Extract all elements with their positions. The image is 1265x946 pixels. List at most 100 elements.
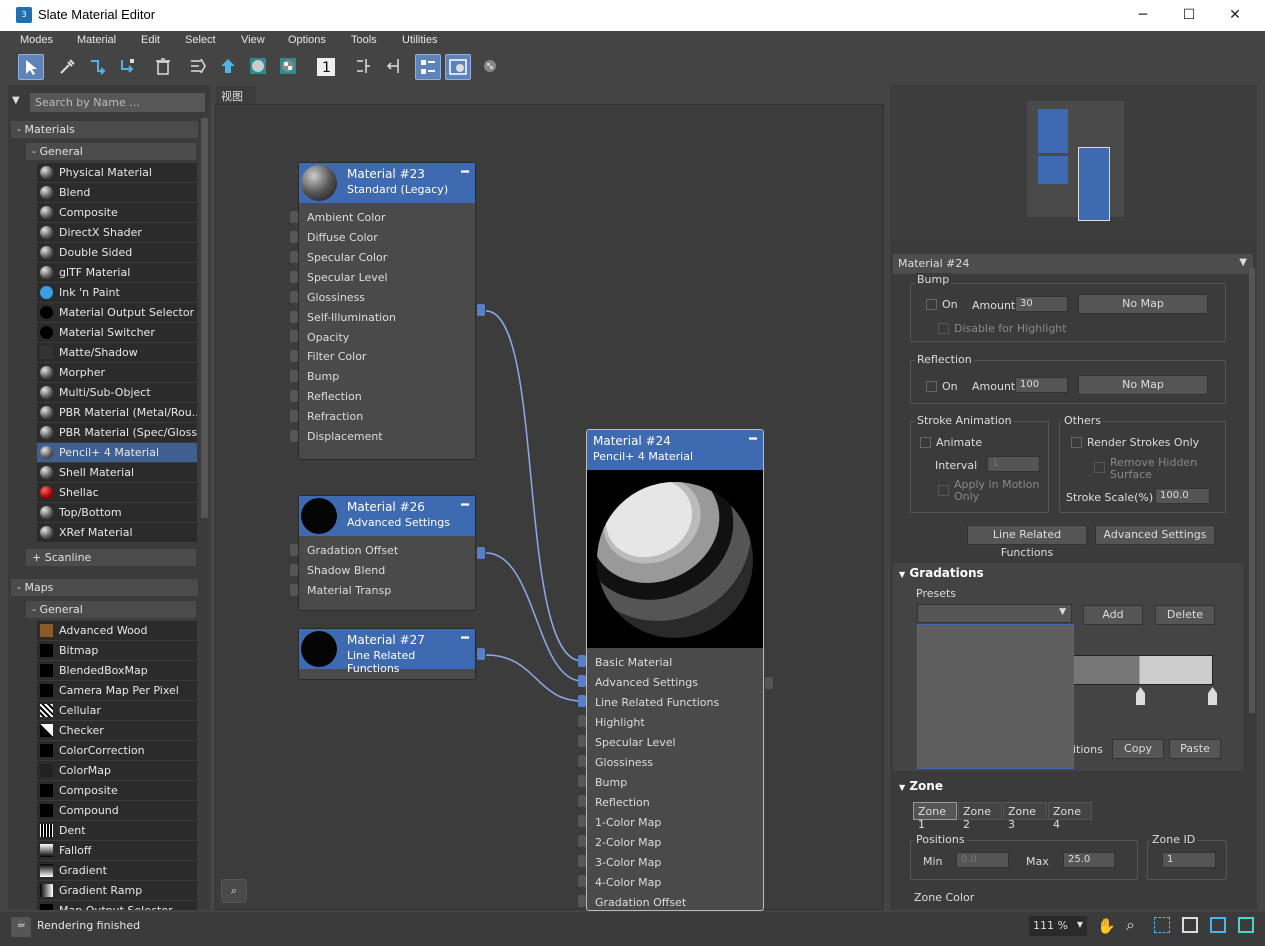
map-list-item[interactable]: ColorCorrection — [37, 741, 197, 760]
input-socket-line-related[interactable] — [578, 695, 586, 707]
menu-select[interactable]: Select — [185, 34, 216, 46]
close-button[interactable]: ✕ — [1212, 0, 1258, 31]
material-name-bar[interactable]: Material #24 ▼ — [893, 254, 1253, 274]
material-list-item[interactable]: Composite — [37, 203, 197, 222]
material-list-item[interactable]: PBR Material (Metal/Rou... — [37, 403, 197, 422]
stroke-scale-spinner[interactable]: 100.0 — [1155, 488, 1210, 504]
scanline-header[interactable]: + Scanline — [26, 549, 196, 566]
line-related-functions-button[interactable]: Line Related Functions — [967, 525, 1087, 559]
copy-button[interactable]: Copy — [1112, 739, 1164, 759]
material-list-item[interactable]: DirectX Shader — [37, 223, 197, 242]
collapse-icon[interactable]: ━ — [461, 165, 469, 180]
material-list-item[interactable]: Top/Bottom — [37, 503, 197, 522]
output-socket[interactable] — [477, 547, 485, 559]
input-socket[interactable] — [578, 875, 586, 887]
map-list-item[interactable]: Cellular — [37, 701, 197, 720]
bump-amount-spinner[interactable]: 30 — [1015, 296, 1068, 312]
input-socket[interactable] — [578, 855, 586, 867]
show-background-icon[interactable] — [246, 54, 272, 80]
material-list-item[interactable]: Material Output Selector — [37, 303, 197, 322]
tab-zone-4[interactable]: Zone 4 — [1048, 802, 1092, 831]
binoculars-icon[interactable]: ⌕ — [221, 879, 247, 903]
apply-motion-checkbox[interactable] — [938, 485, 949, 496]
zoom-dropdown[interactable]: 111 % ▼ — [1029, 916, 1087, 936]
gradations-header[interactable]: ▼ Gradations — [893, 564, 1243, 582]
menu-modes[interactable]: Modes — [20, 34, 53, 46]
input-socket[interactable] — [290, 270, 298, 283]
input-socket[interactable] — [578, 775, 586, 787]
reflection-on-checkbox[interactable] — [926, 381, 937, 392]
tab-view-1[interactable]: 视图 1 — [216, 86, 256, 117]
select-tool-icon[interactable] — [18, 54, 44, 80]
map-list-item[interactable]: ColorMap — [37, 761, 197, 780]
eyedropper-icon[interactable] — [55, 54, 81, 80]
input-socket[interactable] — [290, 410, 298, 422]
output-socket[interactable] — [477, 304, 485, 316]
interval-spinner[interactable]: 1 — [987, 456, 1040, 472]
bump-map-button[interactable]: No Map — [1078, 294, 1208, 314]
zoom-all-icon[interactable] — [1238, 917, 1254, 933]
input-socket[interactable] — [290, 250, 298, 263]
output-socket[interactable] — [477, 648, 485, 660]
pan-hand-icon[interactable]: ✋ — [1097, 917, 1116, 935]
input-socket[interactable] — [290, 544, 298, 556]
map-list-item[interactable]: Gradient Ramp — [37, 881, 197, 900]
go-to-sibling-icon[interactable] — [381, 54, 407, 80]
material-list-item[interactable]: glTF Material — [37, 263, 197, 282]
map-list-item[interactable]: Falloff — [37, 841, 197, 860]
input-socket-advanced-settings[interactable] — [578, 675, 586, 687]
input-socket-basic-material[interactable] — [578, 655, 586, 667]
show-map-icon[interactable]: 1 — [313, 54, 339, 80]
node-header[interactable]: Material #24 Pencil+ 4 Material ━ — [587, 430, 763, 470]
input-socket[interactable] — [290, 390, 298, 403]
move-children-icon[interactable] — [216, 54, 242, 80]
delete-icon[interactable] — [151, 54, 177, 80]
input-socket[interactable] — [290, 330, 298, 343]
input-socket[interactable] — [578, 835, 586, 847]
material-list-item[interactable]: Material Switcher — [37, 323, 197, 342]
dropdown-arrow-icon[interactable]: ▼ — [1239, 257, 1247, 268]
presets-dropdown-list[interactable] — [917, 624, 1074, 769]
materials-group-header[interactable]: - Materials — [11, 121, 198, 138]
input-socket[interactable] — [290, 230, 298, 243]
node-material-24[interactable]: Material #24 Pencil+ 4 Material ━ Basic … — [586, 429, 764, 911]
menu-tools[interactable]: Tools — [351, 34, 377, 46]
gradation-bar[interactable] — [1072, 655, 1213, 685]
maps-general-header[interactable]: - General — [26, 601, 196, 618]
input-socket[interactable] — [290, 564, 298, 576]
menu-edit[interactable]: Edit — [141, 34, 160, 46]
zoom-extents-icon[interactable] — [1182, 917, 1198, 933]
zoom-magnifier-icon[interactable]: ⌕ — [1126, 915, 1135, 935]
maximize-button[interactable]: ☐ — [1166, 0, 1212, 31]
navigator-icon[interactable] — [479, 54, 505, 80]
remove-hidden-checkbox[interactable] — [1094, 462, 1105, 473]
max-spinner[interactable]: 25.0 — [1063, 852, 1115, 868]
maps-group-header[interactable]: - Maps — [11, 579, 198, 596]
input-socket[interactable] — [290, 370, 298, 383]
menu-view[interactable]: View — [241, 34, 265, 46]
reflection-map-button[interactable]: No Map — [1078, 375, 1208, 395]
input-socket[interactable] — [578, 895, 586, 907]
checker-background-icon[interactable] — [276, 54, 302, 80]
input-socket[interactable] — [578, 815, 586, 827]
material-map-browser-icon[interactable] — [415, 54, 441, 80]
tab-zone-3[interactable]: Zone 3 — [1003, 802, 1047, 831]
material-list-item[interactable]: Matte/Shadow — [37, 343, 197, 362]
reflection-amount-spinner[interactable]: 100 — [1015, 377, 1068, 393]
material-list-item[interactable]: Shell Material — [37, 463, 197, 482]
map-list-item[interactable]: Composite — [37, 781, 197, 800]
menu-options[interactable]: Options — [288, 34, 326, 46]
map-list-item[interactable]: Bitmap — [37, 641, 197, 660]
output-socket[interactable] — [765, 677, 773, 689]
map-list-item[interactable]: Compound — [37, 801, 197, 820]
input-socket[interactable] — [290, 350, 298, 363]
tab-zone-1[interactable]: Zone 1 — [913, 802, 957, 831]
input-socket[interactable] — [578, 715, 586, 727]
material-list-item[interactable]: Double Sided — [37, 243, 197, 262]
input-socket[interactable] — [578, 735, 586, 747]
put-to-scene-icon[interactable] — [115, 54, 141, 80]
zoom-region-icon[interactable] — [1154, 917, 1170, 933]
material-list-item[interactable]: Physical Material — [37, 163, 197, 182]
map-list-item[interactable]: Checker — [37, 721, 197, 740]
search-input[interactable]: Search by Name ... — [30, 93, 205, 112]
